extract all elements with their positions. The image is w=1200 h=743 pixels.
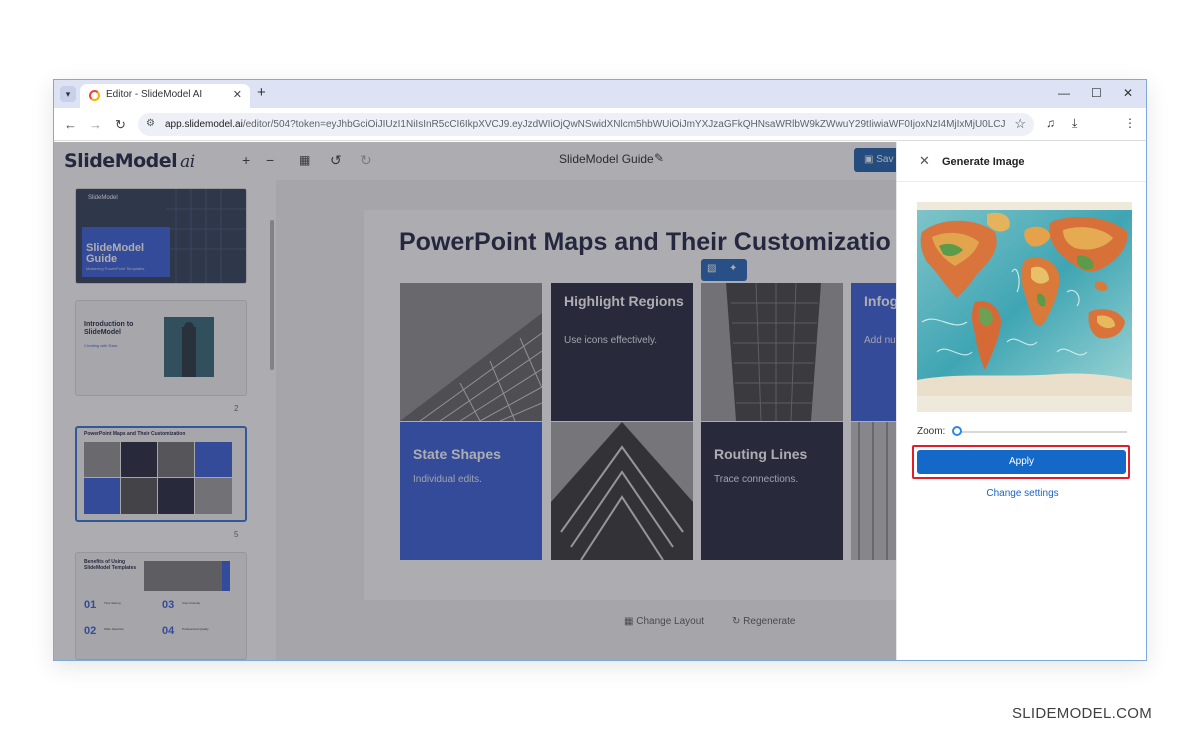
menu-kebab-icon[interactable]: ⋮ xyxy=(1124,116,1136,130)
zoom-slider-track[interactable] xyxy=(957,431,1127,433)
tab-close-icon[interactable]: ✕ xyxy=(233,88,242,101)
back-icon[interactable]: ← xyxy=(64,117,77,132)
close-window-icon[interactable]: ✕ xyxy=(1123,86,1133,100)
tab-title: Editor - SlideModel AI xyxy=(106,89,203,100)
panel-header: ✕ Generate Image xyxy=(897,142,1146,182)
generate-image-panel: ✕ Generate Image Zoom: Apply Change sett… xyxy=(896,142,1146,660)
slidemodel-watermark: SLIDEMODEL.COM xyxy=(1011,705,1152,722)
site-info-icon[interactable]: ⚙ xyxy=(146,118,155,129)
tab-search-button[interactable]: ▾ xyxy=(60,86,76,102)
change-settings-link[interactable]: Change settings xyxy=(897,488,1146,499)
address-bar-row: ← → ↻ ⚙ app.slidemodel.ai/editor/504?tok… xyxy=(54,108,1146,141)
editor-app: SlideModel ai + − ▦ ↺ ↻ SlideModel Guide … xyxy=(54,142,1146,660)
panel-title: Generate Image xyxy=(942,156,1025,168)
media-controls-icon[interactable]: ♫ xyxy=(1046,116,1055,130)
url-path: /editor/504?token=eyJhbGciOiJIUzI1NiIsIn… xyxy=(242,119,1005,130)
maximize-icon[interactable]: ☐ xyxy=(1091,86,1102,100)
tab-strip: ▾ Editor - SlideModel AI ✕ + — ☐ ✕ xyxy=(54,80,1146,108)
url-field[interactable]: ⚙ app.slidemodel.ai/editor/504?token=eyJ… xyxy=(138,113,1034,136)
generated-image-preview[interactable] xyxy=(917,202,1132,412)
bookmark-star-icon[interactable]: ☆ xyxy=(1014,116,1026,132)
new-tab-button[interactable]: + xyxy=(257,84,266,101)
slidemodel-favicon-icon xyxy=(89,90,100,101)
close-icon[interactable]: ✕ xyxy=(919,153,930,169)
minimize-icon[interactable]: — xyxy=(1058,86,1070,100)
modal-backdrop[interactable] xyxy=(54,142,896,660)
url-text: app.slidemodel.ai/editor/504?token=eyJhb… xyxy=(165,119,1005,130)
browser-window: ▾ Editor - SlideModel AI ✕ + — ☐ ✕ ← → ↻… xyxy=(53,79,1147,661)
download-icon[interactable]: ⤓ xyxy=(1072,116,1077,131)
apply-button[interactable]: Apply xyxy=(917,450,1126,474)
zoom-slider-handle[interactable] xyxy=(952,426,962,436)
reload-icon[interactable]: ↻ xyxy=(115,117,126,133)
url-host: app.slidemodel.ai xyxy=(165,119,243,130)
screenshot-stage: ▾ Editor - SlideModel AI ✕ + — ☐ ✕ ← → ↻… xyxy=(0,0,1200,743)
forward-icon[interactable]: → xyxy=(89,117,102,132)
zoom-label: Zoom: xyxy=(917,426,946,437)
tab-editor[interactable]: Editor - SlideModel AI ✕ xyxy=(80,84,250,108)
world-map-image xyxy=(917,202,1132,412)
